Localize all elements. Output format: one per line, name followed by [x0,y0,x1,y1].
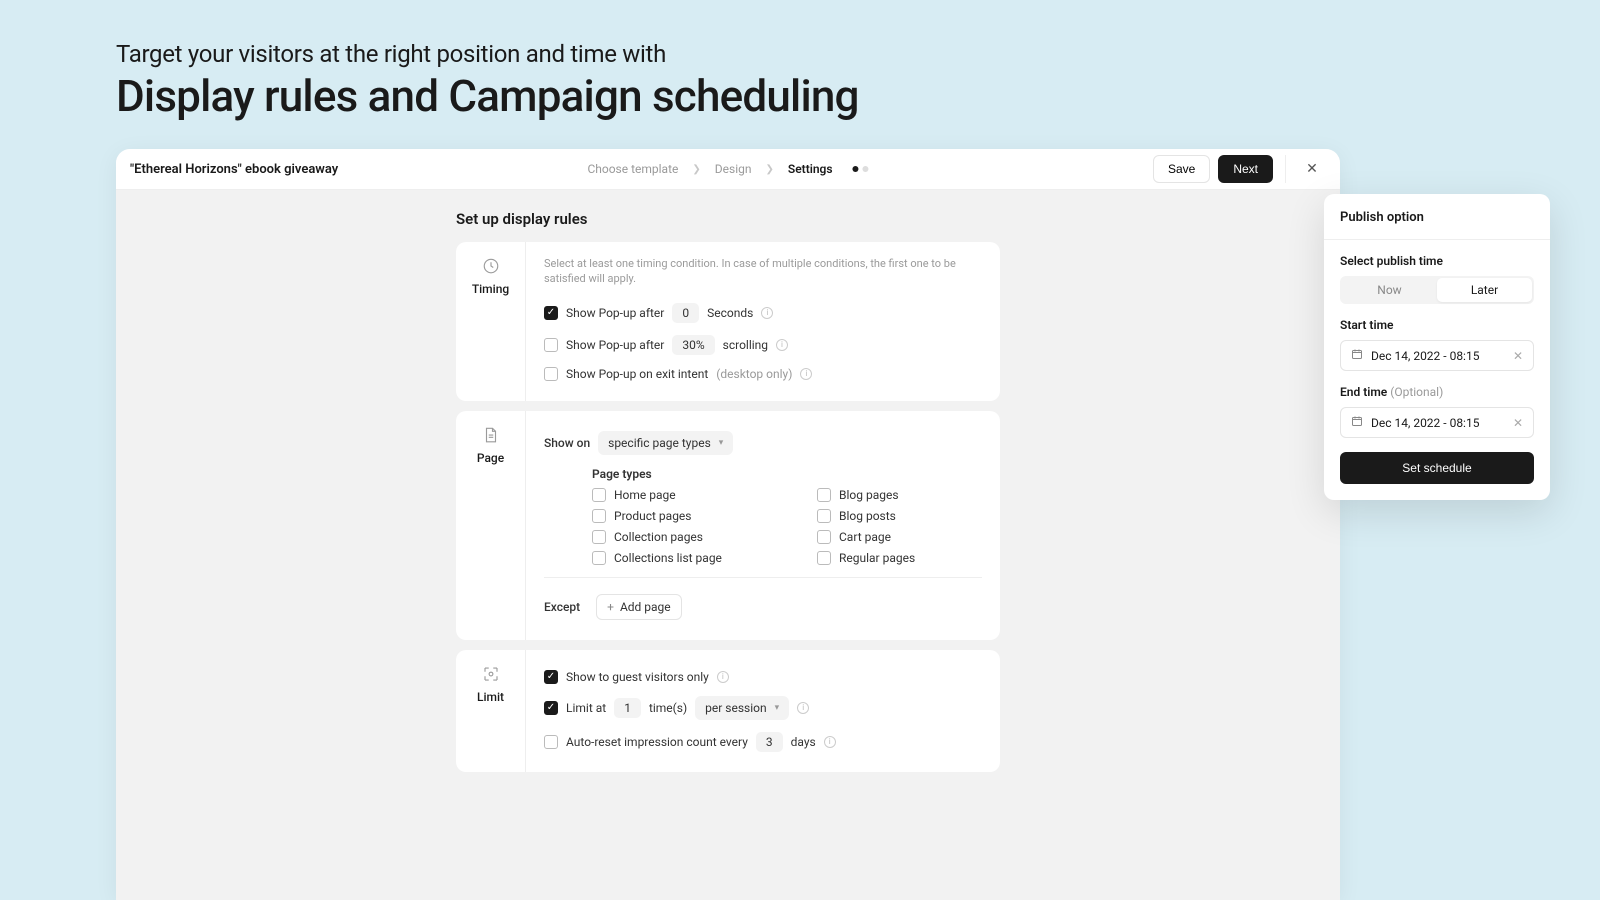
page-card: Page Show on specific page types ▾ Page … [456,411,1000,640]
hero-title: Display rules and Campaign scheduling [116,70,1484,122]
page-icon [481,425,501,445]
page-type-label: Collection pages [614,530,703,544]
step-dots [853,166,869,172]
show-after-label: Show Pop-up after [566,306,664,320]
checkbox-collection-pages[interactable] [592,530,606,544]
limit-card: Limit ✓ Show to guest visitors only i ✓ … [456,650,1000,772]
page-types-heading: Page types [592,467,982,481]
page-type-select[interactable]: specific page types ▾ [598,431,733,455]
publish-now-option[interactable]: Now [1342,278,1437,302]
checkbox-blog-pages[interactable] [817,488,831,502]
doc-title: "Ethereal Horizons" ebook giveaway [130,162,338,177]
page-type-label: Cart page [839,530,891,544]
end-time-label: End time (Optional) [1340,385,1534,399]
breadcrumb: Choose template ❯ Design ❯ Settings [587,162,868,176]
exit-hint: (desktop only) [716,367,792,381]
checkbox-limit-at[interactable]: ✓ [544,701,558,715]
topbar: "Ethereal Horizons" ebook giveaway Choos… [116,149,1340,190]
page-label: Page [477,451,504,465]
seconds-input[interactable]: 0 [672,303,699,323]
show-scroll-label: Show Pop-up after [566,338,664,352]
divider [544,577,982,578]
checkbox-regular-pages[interactable] [817,551,831,565]
plus-icon: + [607,600,614,614]
crumb-choose-template[interactable]: Choose template [587,162,678,176]
clear-icon[interactable]: ✕ [1513,349,1523,363]
limit-count-input[interactable]: 1 [614,698,641,718]
reset-days-input[interactable]: 3 [756,732,783,752]
page-type-label: Blog posts [839,509,896,523]
info-icon[interactable]: i [800,368,812,380]
chevron-right-icon: ❯ [692,164,700,175]
checkbox-product-pages[interactable] [592,509,606,523]
checkbox-guest-only[interactable]: ✓ [544,670,558,684]
except-label: Except [544,600,580,614]
chevron-down-icon: ▾ [719,438,724,448]
end-time-value: Dec 14, 2022 - 08:15 [1371,416,1479,430]
checkbox-show-after-scroll[interactable] [544,338,558,352]
checkbox-show-after-seconds[interactable]: ✓ [544,306,558,320]
page-type-label: Product pages [614,509,692,523]
chevron-down-icon: ▾ [775,703,780,713]
limit-label: Limit [477,690,504,704]
seconds-unit: Seconds [707,306,753,320]
scroll-input[interactable]: 30% [672,335,714,355]
timing-card: Timing Select at least one timing condit… [456,242,1000,401]
exit-label: Show Pop-up on exit intent [566,367,708,381]
add-page-button[interactable]: + Add page [596,594,682,620]
save-button[interactable]: Save [1153,155,1210,183]
per-session-select[interactable]: per session ▾ [695,696,789,720]
start-time-label: Start time [1340,318,1534,332]
start-time-input[interactable]: Dec 14, 2022 - 08:15 ✕ [1340,340,1534,371]
timing-label: Timing [472,282,509,296]
page-type-label: Home page [614,488,676,502]
info-icon[interactable]: i [776,339,788,351]
info-icon[interactable]: i [797,702,809,714]
calendar-icon [1351,348,1363,363]
clock-icon [481,256,501,276]
checkbox-auto-reset[interactable] [544,735,558,749]
checkbox-blog-posts[interactable] [817,509,831,523]
crumb-design[interactable]: Design [715,162,752,176]
show-on-label: Show on [544,436,590,450]
page-type-label: Regular pages [839,551,915,565]
app-window: "Ethereal Horizons" ebook giveaway Choos… [116,149,1340,900]
crumb-settings[interactable]: Settings [788,162,833,176]
calendar-icon [1351,415,1363,430]
checkbox-collections-list[interactable] [592,551,606,565]
publish-time-segment: Now Later [1340,276,1534,304]
chevron-right-icon: ❯ [765,164,773,175]
start-time-value: Dec 14, 2022 - 08:15 [1371,349,1479,363]
page-title: Set up display rules [456,210,1340,228]
info-icon[interactable]: i [717,671,729,683]
divider [1324,239,1550,240]
guest-label: Show to guest visitors only [566,670,709,684]
page-type-label: Collections list page [614,551,722,565]
info-icon[interactable]: i [824,736,836,748]
reset-unit: days [791,735,816,749]
select-publish-time-label: Select publish time [1340,254,1534,268]
publish-popover: Publish option Select publish time Now L… [1324,194,1550,500]
checkbox-home-page[interactable] [592,488,606,502]
page-type-label: Blog pages [839,488,899,502]
hero-subtitle: Target your visitors at the right positi… [116,40,1484,68]
close-icon[interactable]: ✕ [1298,155,1326,183]
info-icon[interactable]: i [761,307,773,319]
end-time-input[interactable]: Dec 14, 2022 - 08:15 ✕ [1340,407,1534,438]
next-button[interactable]: Next [1218,155,1273,183]
publish-later-option[interactable]: Later [1437,278,1532,302]
reset-label: Auto-reset impression count every [566,735,748,749]
checkbox-exit-intent[interactable] [544,367,558,381]
target-icon [481,664,501,684]
publish-title: Publish option [1340,210,1534,225]
scroll-unit: scrolling [723,338,768,352]
timing-desc: Select at least one timing condition. In… [544,256,982,287]
checkbox-cart-page[interactable] [817,530,831,544]
limit-at-label: Limit at [566,701,606,715]
clear-icon[interactable]: ✕ [1513,416,1523,430]
set-schedule-button[interactable]: Set schedule [1340,452,1534,484]
limit-unit: time(s) [649,701,687,715]
divider [1285,155,1286,183]
